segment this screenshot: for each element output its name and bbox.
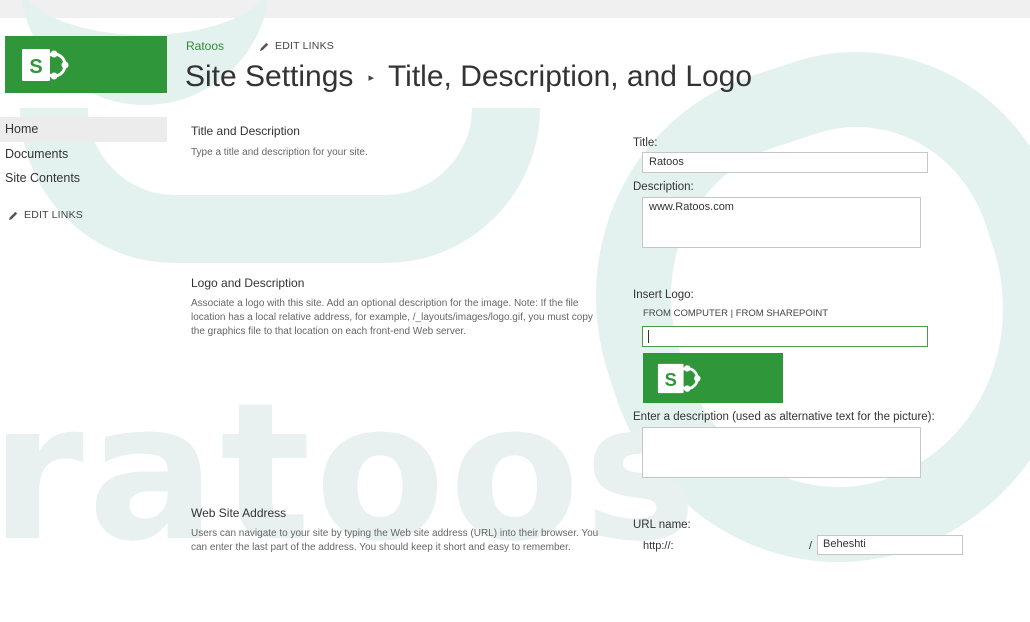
description-textarea[interactable]: www.Ratoos.com [642, 197, 921, 248]
nav-item-home[interactable]: Home [0, 117, 167, 142]
alt-text-textarea[interactable] [642, 427, 921, 478]
url-prefix: http://: [643, 540, 674, 552]
from-sharepoint-link[interactable]: FROM SHAREPOINT [736, 308, 828, 319]
triangle-right-icon: ▸ [368, 71, 374, 84]
alt-text-label: Enter a description (used as alternative… [633, 411, 935, 423]
title-input[interactable]: Ratoos [642, 152, 928, 173]
edit-links-label: EDIT LINKS [24, 209, 83, 221]
nav-item-documents[interactable]: Documents [0, 142, 167, 167]
section-title-description-heading: Title and Description [191, 124, 300, 138]
breadcrumb-current: Title, Description, and Logo [387, 60, 753, 93]
from-computer-link[interactable]: FROM COMPUTER [643, 308, 728, 319]
page-title: Site Settings ▸ Title, Description, and … [185, 60, 752, 94]
site-name-link[interactable]: Ratoos [186, 39, 224, 53]
text-caret [648, 330, 649, 343]
link-separator: | [727, 308, 736, 319]
edit-links-label: EDIT LINKS [275, 40, 334, 52]
logo-url-input[interactable] [642, 326, 928, 347]
section-web-address-desc: Users can navigate to your site by typin… [191, 528, 599, 553]
svg-text:S: S [29, 56, 42, 78]
url-name-input[interactable]: Beheshti [817, 535, 963, 555]
site-logo[interactable]: S [5, 36, 167, 93]
url-name-label: URL name: [633, 519, 691, 531]
section-title-description-desc: Type a title and description for your si… [191, 147, 368, 158]
edit-links-top[interactable]: EDIT LINKS [259, 40, 334, 52]
pencil-icon [259, 42, 269, 51]
logo-preview: S [643, 353, 783, 403]
section-web-address-heading: Web Site Address [191, 506, 287, 520]
section-logo-desc: Associate a logo with this site. Add an … [191, 298, 593, 337]
edit-links-nav[interactable]: EDIT LINKS [8, 209, 83, 221]
insert-logo-links: FROM COMPUTER | FROM SHAREPOINT [643, 308, 828, 319]
insert-logo-label: Insert Logo: [633, 289, 694, 301]
title-label: Title: [633, 137, 658, 149]
top-suite-bar [0, 0, 1030, 18]
quick-launch: Home Documents Site Contents [0, 117, 167, 191]
url-slash: / [809, 540, 813, 552]
pencil-icon [8, 211, 18, 220]
section-logo-heading: Logo and Description [191, 276, 305, 290]
sharepoint-logo-icon: S [22, 48, 69, 81]
svg-text:S: S [665, 368, 677, 389]
nav-item-site-contents[interactable]: Site Contents [0, 166, 167, 191]
breadcrumb-site-settings[interactable]: Site Settings [185, 60, 353, 94]
description-label: Description: [633, 181, 694, 193]
sharepoint-logo-icon: S [657, 363, 701, 393]
